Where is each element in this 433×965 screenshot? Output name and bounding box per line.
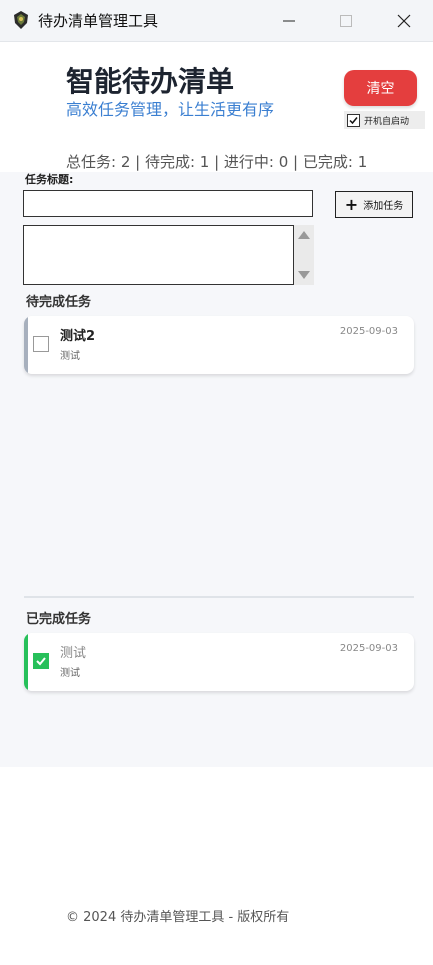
add-task-label: 添加任务 <box>363 201 404 212</box>
pending-task-card[interactable]: 测试2 测试 2025-09-03 <box>24 316 414 374</box>
task-description-input[interactable] <box>23 225 294 285</box>
close-button[interactable] <box>375 0 433 41</box>
check-icon <box>36 657 46 666</box>
minimize-icon <box>283 20 295 21</box>
task-stats: 总任务: 2 | 待完成: 1 | 进行中: 0 | 已完成: 1 <box>66 153 368 171</box>
task-checkbox[interactable] <box>33 336 49 352</box>
section-divider <box>24 596 414 598</box>
task-checkbox-checked[interactable] <box>33 653 49 669</box>
page-subtitle: 高效任务管理，让生活更有序 <box>66 100 275 119</box>
task-date: 2025-09-03 <box>339 643 398 654</box>
clear-button[interactable]: 清空 <box>344 70 417 106</box>
window-titlebar: 待办清单管理工具 <box>0 0 433 42</box>
page-title: 智能待办清单 <box>66 65 235 98</box>
scroll-up-icon[interactable] <box>298 231 310 239</box>
check-icon <box>349 116 358 124</box>
autostart-checkbox[interactable] <box>347 113 360 127</box>
close-icon <box>397 14 411 27</box>
task-date: 2025-09-03 <box>339 326 398 337</box>
task-title: 测试 <box>60 646 87 661</box>
autostart-label: 开机自启动 <box>364 116 410 127</box>
task-description: 测试 <box>60 351 80 362</box>
pending-section-heading: 待完成任务 <box>26 295 92 310</box>
footer-copyright: © 2024 待办清单管理工具 - 版权所有 <box>66 910 290 925</box>
description-scrollbar[interactable] <box>294 225 314 285</box>
window-title: 待办清单管理工具 <box>38 12 159 30</box>
maximize-icon <box>340 14 352 27</box>
plus-icon: + <box>344 194 359 214</box>
minimize-button[interactable] <box>260 0 318 41</box>
completed-task-card[interactable]: 测试 测试 2025-09-03 <box>24 633 414 691</box>
add-task-button[interactable]: + 添加任务 <box>335 191 413 218</box>
task-status-bar <box>24 316 28 374</box>
task-description: 测试 <box>60 668 80 679</box>
task-title-label: 任务标题: <box>25 173 74 186</box>
scroll-down-icon[interactable] <box>298 271 310 279</box>
task-title: 测试2 <box>60 329 96 344</box>
app-logo-icon <box>14 11 28 29</box>
maximize-button[interactable] <box>317 0 375 41</box>
completed-section-heading: 已完成任务 <box>26 612 92 627</box>
task-status-bar <box>24 633 28 691</box>
autostart-toggle[interactable]: 开机自启动 <box>344 111 425 129</box>
task-title-input[interactable] <box>23 190 313 217</box>
